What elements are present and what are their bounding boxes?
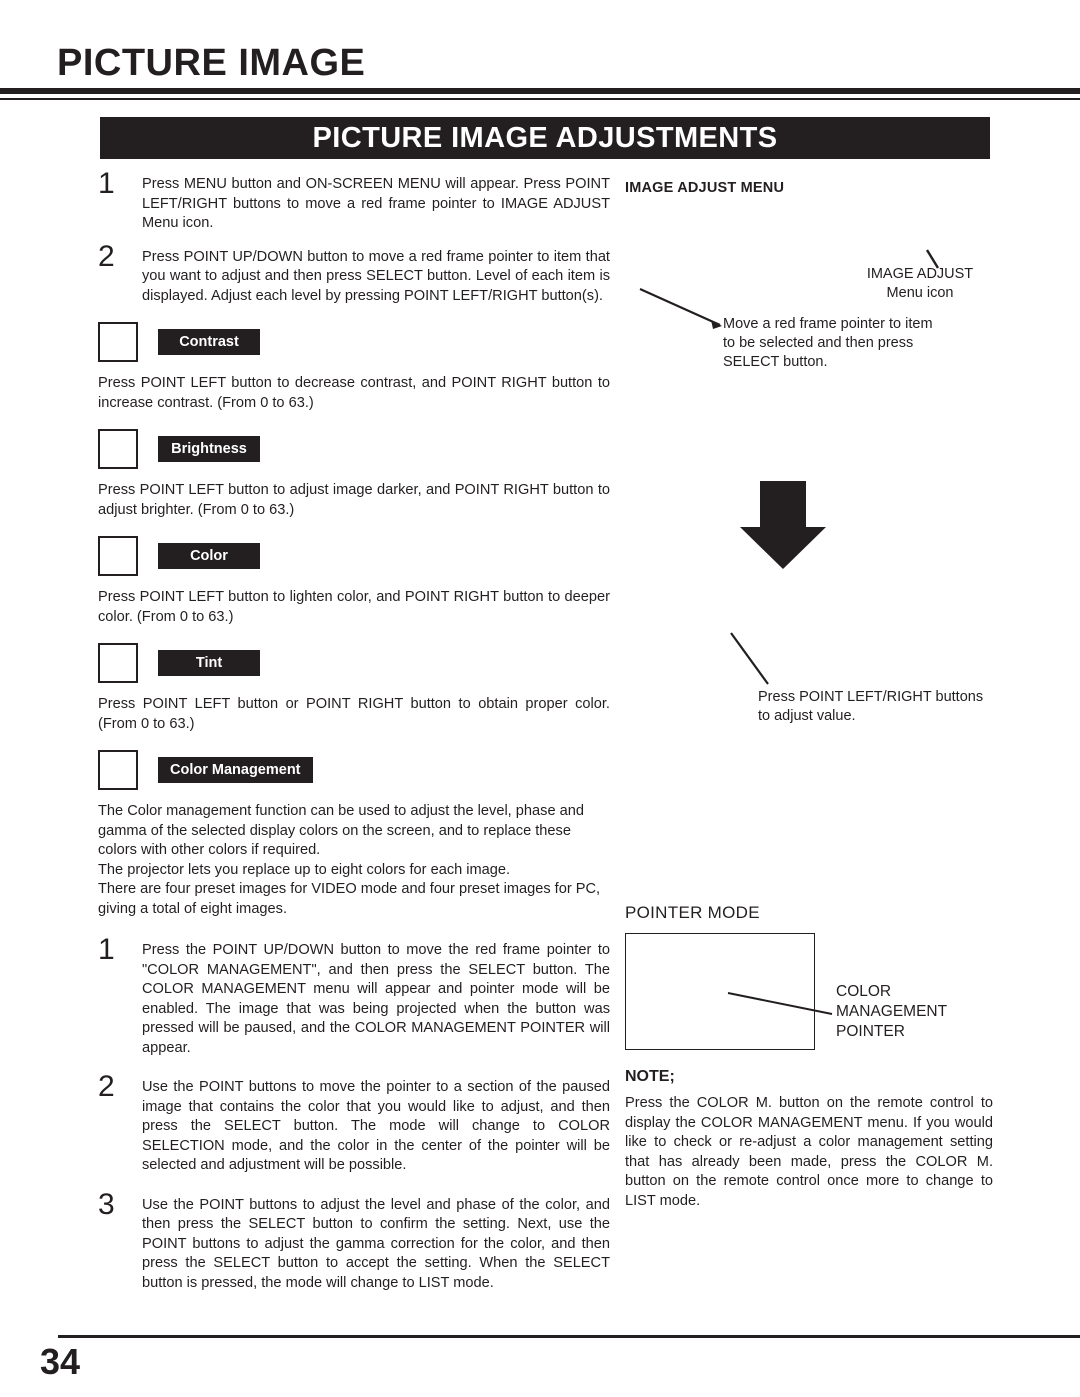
item-description: The Color management function can be use… [98, 803, 601, 917]
instruction-step: 2 Use the POINT buttons to move the poin… [98, 1072, 610, 1176]
item-tag-label: Color Management [158, 756, 313, 784]
item-header: Brightness [98, 429, 610, 469]
step-number: 3 [98, 1187, 115, 1221]
step-number: 1 [98, 933, 115, 966]
item-tag-label: Brightness [158, 435, 260, 463]
image-adjust-menu-heading: IMAGE ADJUST MENU [625, 180, 785, 196]
step-number: 1 [98, 167, 115, 200]
instruction-step: 1 Press the POINT UP/DOWN button to move… [98, 935, 610, 1058]
item-description: Press POINT LEFT button to decrease cont… [98, 375, 610, 411]
down-arrow-icon [740, 481, 826, 569]
brightness-icon [98, 429, 138, 469]
pointer-mode-heading: POINTER MODE [625, 903, 760, 922]
tint-icon [98, 643, 138, 683]
pointer-label-line-2: MANAGEMENT [836, 1003, 948, 1020]
item-tag-label: Tint [158, 649, 260, 677]
header-rule-thick [0, 88, 1080, 94]
item-header: Tint [98, 643, 610, 683]
contrast-icon [98, 322, 138, 362]
instruction-step: 2 Press POINT UP/DOWN button to move a r… [98, 241, 610, 307]
callout-color-management-pointer: COLOR MANAGEMENT POINTER [836, 982, 947, 1042]
adjust-item-color: Color Press POINT LEFT button to lighten… [98, 536, 610, 627]
item-header: Color [98, 536, 610, 576]
footer-rule [58, 1335, 1080, 1338]
item-tag-label: Color [158, 542, 260, 570]
leader-arrowhead-select [711, 320, 722, 329]
pointer-label-line-1: COLOR [836, 983, 892, 1000]
step-number: 2 [98, 1070, 115, 1103]
item-description: Press POINT LEFT button to adjust image … [98, 482, 610, 518]
section-banner-label: PICTURE IMAGE ADJUSTMENTS [312, 121, 778, 154]
step-text: Use the POINT buttons to move the pointe… [142, 1079, 610, 1173]
item-tag-label: Contrast [158, 328, 260, 356]
instruction-step: 3 Use the POINT buttons to adjust the le… [98, 1189, 610, 1294]
adjust-item-tint: Tint Press POINT LEFT button or POINT RI… [98, 643, 610, 734]
header-rule-thin [0, 98, 1080, 100]
step-text: Press POINT UP/DOWN button to move a red… [142, 248, 610, 304]
step-number: 2 [98, 239, 115, 273]
page-title: PICTURE IMAGE [57, 42, 366, 84]
item-header: Color Management [98, 750, 610, 790]
item-description: Press POINT LEFT button or POINT RIGHT b… [98, 696, 610, 732]
pointer-mode-screen-preview [625, 933, 815, 1050]
step-text: Press MENU button and ON-SCREEN MENU wil… [142, 176, 610, 231]
note-text: Press the COLOR M. button on the remote … [625, 1095, 993, 1209]
callout-line-1: IMAGE ADJUST [866, 266, 974, 282]
pointer-label-line-3: POINTER [836, 1023, 905, 1040]
adjust-item-brightness: Brightness Press POINT LEFT button to ad… [98, 429, 610, 520]
step-text: Use the POINT buttons to adjust the leve… [142, 1196, 610, 1291]
color-management-icon [98, 750, 138, 790]
instruction-step: 1 Press MENU button and ON-SCREEN MENU w… [98, 169, 610, 234]
callout-select-instruction: Move a red frame pointer to item to be s… [723, 316, 933, 370]
callout-line-2: Menu icon [886, 285, 954, 301]
leader-line-adjust-value [730, 632, 769, 685]
adjust-item-color-management: Color Management The Color management fu… [98, 750, 610, 919]
page-number: 34 [40, 1341, 81, 1382]
left-column: 1 Press MENU button and ON-SCREEN MENU w… [98, 169, 610, 1307]
item-description: Press POINT LEFT button to lighten color… [98, 589, 610, 625]
color-icon [98, 536, 138, 576]
item-header: Contrast [98, 322, 610, 362]
step-text: Press the POINT UP/DOWN button to move t… [142, 942, 610, 1056]
leader-line-select-instruction [639, 287, 721, 327]
section-banner: PICTURE IMAGE ADJUSTMENTS [100, 117, 990, 159]
adjust-item-contrast: Contrast Press POINT LEFT button to decr… [98, 322, 610, 413]
callout-image-adjust-icon: IMAGE ADJUST Menu icon [855, 265, 985, 303]
callout-adjust-value: Press POINT LEFT/RIGHT buttons to adjust… [758, 689, 984, 724]
note-heading: NOTE; [625, 1068, 675, 1085]
